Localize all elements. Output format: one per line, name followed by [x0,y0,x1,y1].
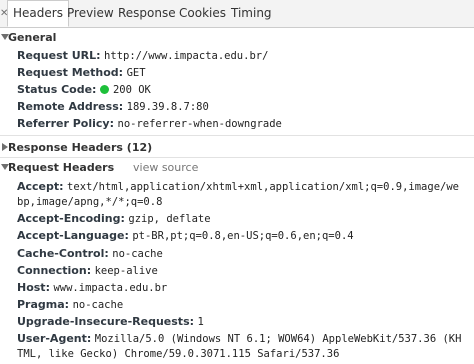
section-response-headers-header[interactable]: Response Headers (12) [0,139,474,157]
header-value: http://www.impacta.edu.br/ [104,50,269,62]
header-value-continuation: bp,image/apng,*/*;q=0.8 [17,196,163,208]
header-value: no-cache [72,299,124,311]
request-row-accept: Accept: text/html,application/xhtml+xml,… [17,178,459,195]
tab-headers[interactable]: Headers [7,0,69,27]
header-key: Accept-Encoding: [17,212,125,225]
close-icon[interactable]: ✕ [0,0,8,27]
header-value: Mozilla/5.0 (Windows NT 6.1; WOW64) Appl… [94,333,462,345]
header-key: Accept: [17,180,64,193]
header-value: www.impacta.edu.br [53,282,168,294]
header-key: Accept-Language: [17,229,129,242]
header-value: no-cache [112,248,163,260]
header-key: Request Method: [17,66,124,79]
tab-timing[interactable]: Timing [231,0,272,27]
request-row-accept-language: Accept-Language: pt-BR,pt;q=0.8,en-US;q=… [17,227,354,244]
section-request-headers-title: Request Headers [8,161,115,174]
request-row-connection: Connection: keep-alive [17,262,158,279]
tab-preview[interactable]: Preview [67,0,114,27]
header-key: Remote Address: [17,100,124,113]
header-key: Pragma: [17,298,70,311]
section-divider [0,135,474,136]
header-key: Connection: [17,264,92,277]
section-general-header[interactable]: General [0,29,474,47]
general-row-request-method: Request Method: GET [17,64,146,81]
header-value: pt-BR,pt;q=0.8,en-US;q=0.6,en;q=0.4 [132,230,354,242]
header-key: Host: [17,281,50,294]
request-row-cache-control: Cache-Control: no-cache [17,245,163,262]
section-response-headers-title: Response Headers (12) [8,141,153,154]
header-value: gzip, deflate [128,213,211,225]
request-row-upgrade-insecure-requests: Upgrade-Insecure-Requests: 1 [17,313,204,330]
header-key: User-Agent: [17,332,92,345]
header-value: keep-alive [94,265,158,277]
view-source-link[interactable]: view source [133,159,198,177]
general-row-status-code: Status Code: 200 OK [17,81,151,98]
devtools-tab-bar: ✕ Headers Preview Response Cookies Timin… [0,0,474,28]
header-value: GET [126,67,146,79]
header-key: Upgrade-Insecure-Requests: [17,315,195,328]
request-row-pragma: Pragma: no-cache [17,296,123,313]
header-key: Referrer Policy: [17,117,114,130]
section-request-headers-header[interactable]: Request Headers view source [0,159,474,177]
status-ok-dot-icon [99,85,109,94]
tab-response[interactable]: Response [118,0,176,27]
header-value: no-referrer-when-downgrade [117,118,282,130]
request-row-user-agent: User-Agent: Mozilla/5.0 (Windows NT 6.1;… [17,330,461,347]
request-row-accept-encoding: Accept-Encoding: gzip, deflate [17,210,211,227]
header-value: 200 OK [112,84,151,96]
general-row-remote-address: Remote Address: 189.39.8.7:80 [17,98,209,115]
general-row-referrer-policy: Referrer Policy: no-referrer-when-downgr… [17,115,282,132]
header-key: Cache-Control: [17,247,109,260]
header-value: 1 [197,316,204,328]
header-value: text/html,application/xhtml+xml,applicat… [67,181,459,193]
header-key: Request URL: [17,49,101,62]
header-value: 189.39.8.7:80 [126,101,209,113]
tab-cookies[interactable]: Cookies [179,0,226,27]
general-row-request-url: Request URL: http://www.impacta.edu.br/ [17,47,268,64]
section-general-title: General [8,31,57,44]
header-key: Status Code: [17,83,97,96]
request-row-host: Host: www.impacta.edu.br [17,279,167,296]
section-divider [0,157,474,158]
header-value-continuation: TML, like Gecko) Chrome/59.0.3071.115 Sa… [17,348,340,360]
